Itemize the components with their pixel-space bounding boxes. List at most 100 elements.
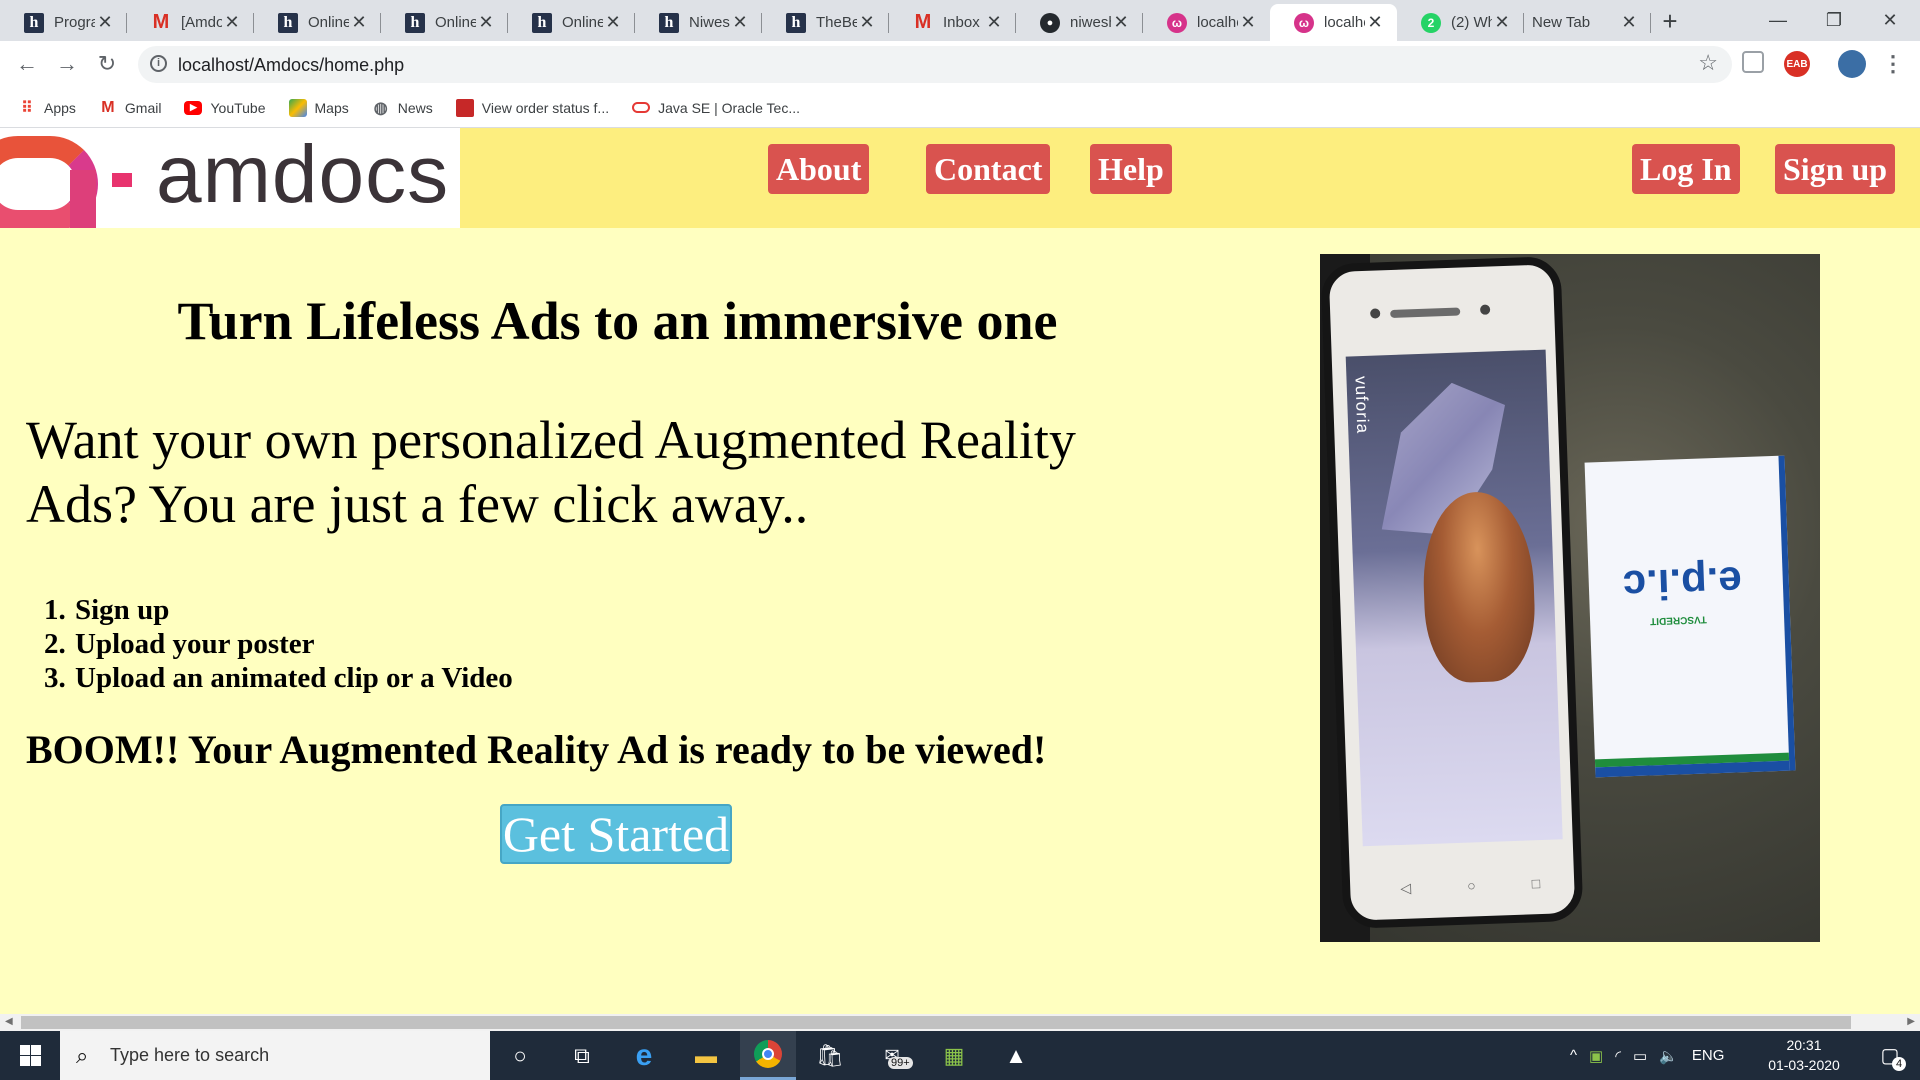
maps-icon bbox=[288, 98, 307, 117]
tab-online-1[interactable]: h Online ✕ bbox=[254, 4, 381, 41]
step-number: 2. bbox=[44, 628, 66, 660]
phone-screen: vuforia bbox=[1345, 349, 1563, 847]
list-item: 3. Upload an animated clip or a Video bbox=[44, 661, 513, 695]
bookmark-apps[interactable]: ⠿ Apps bbox=[18, 99, 76, 117]
volume-icon[interactable]: 🔈 bbox=[1659, 1047, 1678, 1065]
bookmark-label: View order status f... bbox=[481, 99, 610, 116]
close-window-button[interactable]: ✕ bbox=[1862, 0, 1918, 41]
close-icon[interactable]: ✕ bbox=[1365, 12, 1385, 33]
cortana-icon[interactable]: ○ bbox=[492, 1031, 548, 1080]
close-icon[interactable]: ✕ bbox=[1619, 12, 1639, 33]
list-item: 1. Sign up bbox=[44, 593, 513, 627]
close-icon[interactable]: ✕ bbox=[730, 12, 750, 33]
photos-icon[interactable]: ▲ bbox=[988, 1031, 1044, 1080]
notification-icon[interactable]: ▢ 4 bbox=[1862, 1031, 1918, 1080]
bookmark-maps[interactable]: Maps bbox=[288, 98, 349, 117]
whatsapp-icon: 2 bbox=[1421, 12, 1441, 33]
tab-programming[interactable]: h Programming ✕ bbox=[0, 4, 127, 41]
close-icon[interactable]: ✕ bbox=[95, 12, 115, 33]
bookmark-java-se[interactable]: Java SE | Oracle Tec... bbox=[632, 100, 800, 116]
ar-demo-photo: e.p.i.c TVSCREDIT vuforia ◁ ○ □ bbox=[1320, 254, 1820, 942]
tab-online-2[interactable]: h Online ✕ bbox=[381, 4, 508, 41]
step-number: 3. bbox=[44, 662, 66, 694]
battery-icon[interactable]: ▭ bbox=[1633, 1047, 1647, 1065]
hackerearth-icon: h bbox=[532, 12, 552, 33]
extension-icon[interactable]: EAB bbox=[1784, 51, 1810, 77]
mail-icon[interactable]: ✉ 99+ bbox=[864, 1031, 920, 1080]
close-icon[interactable]: ✕ bbox=[984, 12, 1004, 33]
about-button[interactable]: About bbox=[768, 144, 870, 194]
bookmark-gmail[interactable]: M Gmail bbox=[99, 99, 161, 117]
bookmark-label: Maps bbox=[314, 99, 349, 116]
hackerearth-icon: h bbox=[786, 12, 806, 33]
tab-inbox[interactable]: M Inbox ( ✕ bbox=[889, 4, 1016, 41]
close-icon[interactable]: ✕ bbox=[476, 12, 496, 33]
bookmark-youtube[interactable]: ▶ YouTube bbox=[184, 100, 266, 116]
chrome-icon[interactable] bbox=[740, 1031, 796, 1080]
tray-app-icon[interactable]: ▣ bbox=[1589, 1047, 1603, 1065]
avatar[interactable] bbox=[1838, 50, 1866, 78]
url-text[interactable]: localhost/Amdocs/home.php bbox=[178, 55, 404, 76]
list-item: 2. Upload your poster bbox=[44, 627, 513, 661]
tab-niwesh[interactable]: h Niwesh ✕ bbox=[635, 4, 762, 41]
horizontal-scrollbar[interactable]: ◀ ▶ bbox=[0, 1014, 1920, 1031]
reload-button[interactable]: ↻ bbox=[92, 49, 122, 79]
edge-icon[interactable]: e bbox=[616, 1031, 672, 1080]
address-bar[interactable]: i localhost/Amdocs/home.php ☆ bbox=[138, 46, 1732, 83]
login-button[interactable]: Log In bbox=[1632, 144, 1740, 194]
amdocs-logo[interactable]: amdocs bbox=[0, 128, 460, 228]
tab-title: (2) Wh bbox=[1451, 14, 1492, 31]
new-tab-button[interactable]: + bbox=[1655, 6, 1685, 36]
signup-button[interactable]: Sign up bbox=[1775, 144, 1896, 194]
tab-new[interactable]: New Tab ✕ bbox=[1524, 4, 1651, 41]
get-started-button[interactable]: Get Started bbox=[500, 804, 732, 864]
tab-thebe[interactable]: h TheBe ✕ bbox=[762, 4, 889, 41]
search-icon: ⌕ bbox=[76, 1043, 89, 1068]
close-icon[interactable]: ✕ bbox=[857, 12, 877, 33]
screenshot-extension-icon[interactable] bbox=[1742, 51, 1764, 73]
chevron-up-icon[interactable]: ^ bbox=[1570, 1047, 1577, 1064]
scroll-right-icon[interactable]: ▶ bbox=[1907, 1016, 1915, 1027]
tab-title: New Tab bbox=[1532, 14, 1591, 31]
app-chart-icon[interactable]: ▦ bbox=[926, 1031, 982, 1080]
file-explorer-icon[interactable]: ▬ bbox=[678, 1031, 734, 1080]
tab-whatsapp[interactable]: 2 (2) Wh ✕ bbox=[1397, 4, 1524, 41]
close-icon[interactable]: ✕ bbox=[349, 12, 369, 33]
store-icon[interactable]: 🛍 bbox=[802, 1031, 858, 1080]
taskbar-clock[interactable]: 20:31 01-03-2020 bbox=[1760, 1035, 1848, 1075]
scrollbar-thumb[interactable] bbox=[21, 1016, 1851, 1029]
tab-localhost-active[interactable]: ω localho ✕ bbox=[1270, 4, 1397, 41]
info-icon[interactable]: i bbox=[150, 55, 167, 72]
restore-button[interactable]: ❐ bbox=[1806, 0, 1862, 41]
back-button[interactable]: ← bbox=[12, 49, 42, 79]
youtube-icon: ▶ bbox=[184, 100, 203, 115]
minimize-button[interactable]: — bbox=[1750, 0, 1806, 41]
forward-button[interactable]: → bbox=[52, 49, 82, 79]
help-button[interactable]: Help bbox=[1090, 144, 1172, 194]
bookmark-news[interactable]: ◍ News bbox=[372, 99, 433, 117]
close-icon[interactable]: ✕ bbox=[222, 12, 242, 33]
wifi-icon[interactable]: ◜ bbox=[1615, 1047, 1621, 1065]
windows-start-icon[interactable] bbox=[20, 1045, 41, 1066]
bookmark-label: News bbox=[397, 99, 433, 116]
taskbar-search[interactable]: ⌕ Type here to search bbox=[60, 1031, 490, 1080]
close-icon[interactable]: ✕ bbox=[603, 12, 623, 33]
tab-github[interactable]: ● niwesh ✕ bbox=[1016, 4, 1143, 41]
scroll-left-icon[interactable]: ◀ bbox=[5, 1016, 13, 1027]
close-icon[interactable]: ✕ bbox=[1111, 12, 1131, 33]
close-icon[interactable]: ✕ bbox=[1238, 12, 1258, 33]
apps-grid-icon: ⠿ bbox=[21, 99, 33, 117]
contact-button[interactable]: Contact bbox=[926, 144, 1051, 194]
tab-amdocs-mail[interactable]: M [Amdocs ✕ bbox=[127, 4, 254, 41]
epic-booklet: e.p.i.c TVSCREDIT bbox=[1584, 455, 1796, 778]
bookmark-star-icon[interactable]: ☆ bbox=[1698, 50, 1718, 76]
bookmark-order-status[interactable]: View order status f... bbox=[455, 98, 610, 117]
menu-kebab-icon[interactable]: ⋮ bbox=[1880, 51, 1906, 77]
language-indicator[interactable]: ENG bbox=[1692, 1047, 1725, 1064]
close-icon[interactable]: ✕ bbox=[1492, 12, 1512, 33]
bookmarks-bar: ⠿ Apps M Gmail ▶ YouTube Maps ◍ News Vie… bbox=[0, 88, 1920, 128]
task-view-icon[interactable]: ⧉ bbox=[554, 1031, 610, 1080]
localhost-icon: ω bbox=[1294, 12, 1314, 33]
tab-online-3[interactable]: h Online ✕ bbox=[508, 4, 635, 41]
tab-localhost-1[interactable]: ω localho ✕ bbox=[1143, 4, 1270, 41]
